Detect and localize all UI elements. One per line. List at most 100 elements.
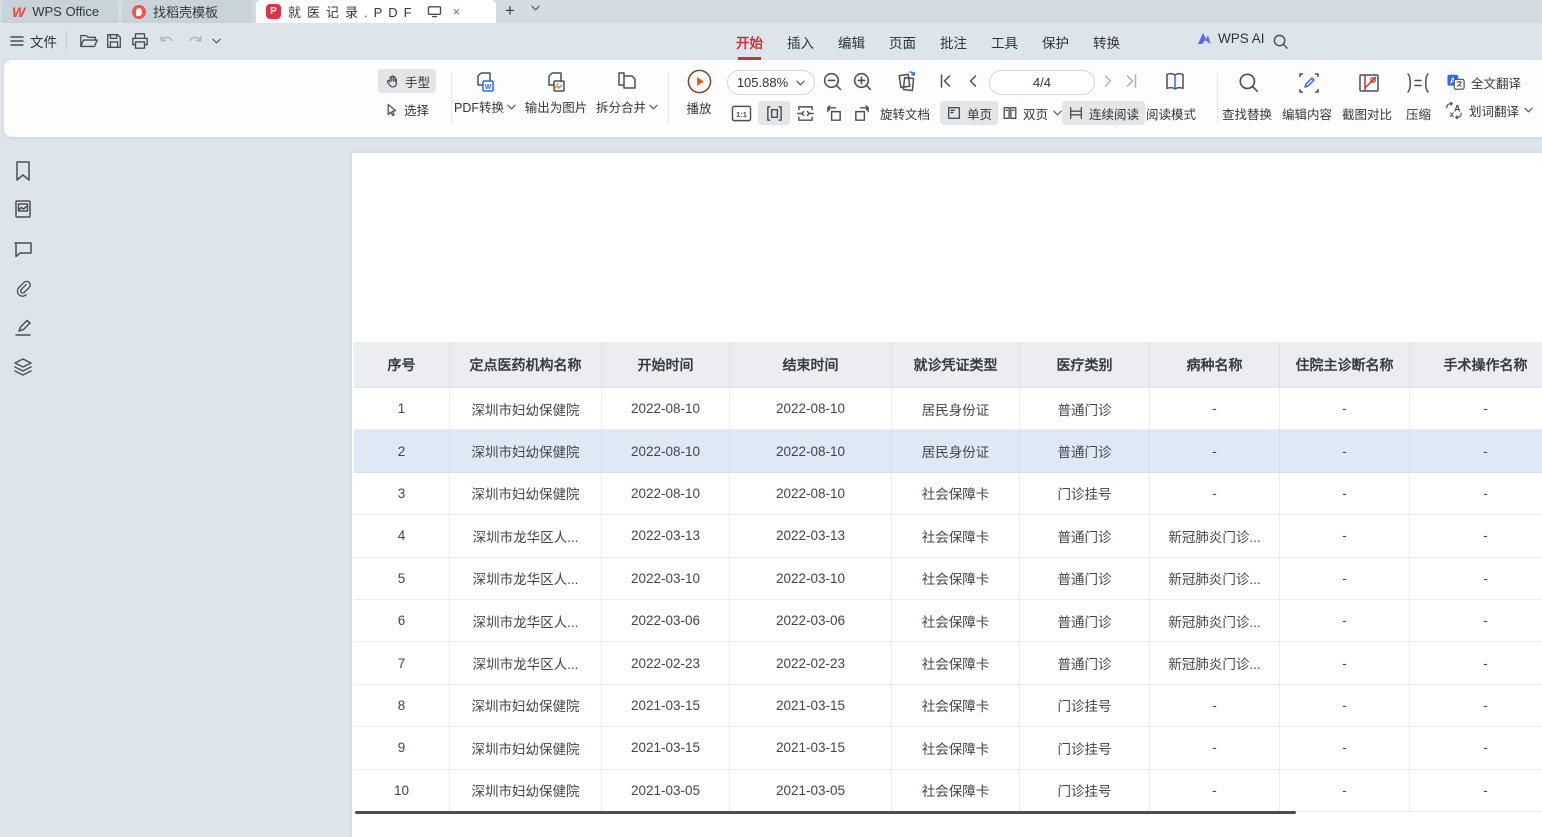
document-area: 序号定点医药机构名称开始时间结束时间就诊凭证类型医疗类别病种名称住院主诊断名称手… — [0, 137, 1542, 837]
signature-panel-icon[interactable] — [13, 318, 33, 338]
table-cell: 2022-08-10 — [602, 388, 730, 430]
tab-document-pdf[interactable]: P 就医记录.PDF × — [256, 0, 496, 23]
previous-page-icon[interactable] — [966, 73, 979, 89]
rotate-left-icon — [824, 104, 844, 123]
hand-tool-button[interactable]: 手型 — [378, 69, 436, 93]
zoom-level-select[interactable]: 105.88% — [727, 70, 815, 95]
attachment-panel-icon[interactable] — [13, 279, 33, 299]
table-cell: 2021-03-15 — [602, 727, 730, 769]
menu-tab[interactable]: 转换 — [1093, 29, 1120, 55]
edit-content-icon[interactable] — [1296, 70, 1322, 96]
play-button[interactable]: 播放 — [680, 68, 718, 117]
close-tab-icon[interactable]: × — [453, 4, 461, 19]
undo-redo-chevron-icon[interactable] — [212, 38, 221, 44]
fit-width-button[interactable] — [758, 101, 790, 125]
compress-icon[interactable] — [1404, 71, 1432, 95]
save-icon[interactable] — [105, 32, 123, 50]
page-organize-icon[interactable] — [892, 68, 920, 96]
menu-tab[interactable]: 编辑 — [838, 29, 865, 55]
thumbnail-panel-icon[interactable] — [13, 199, 33, 219]
zoom-in-icon[interactable] — [852, 71, 873, 92]
menu-tab[interactable]: 插入 — [787, 29, 814, 55]
table-cell: 深圳市妇幼保健院 — [450, 473, 602, 515]
split-merge-button[interactable]: 拆分合并 — [592, 70, 662, 116]
find-replace-button[interactable]: 查找替换 — [1222, 104, 1272, 123]
rotate-right-button[interactable] — [852, 104, 872, 123]
pdf-logo-icon: P — [266, 4, 281, 19]
svg-text:W: W — [485, 84, 492, 91]
screenshot-compare-button[interactable]: 截图对比 — [1342, 104, 1392, 123]
table-cell: 2021-03-15 — [730, 727, 892, 769]
single-page-button[interactable]: 单页 — [940, 101, 998, 125]
fit-page-button[interactable] — [796, 104, 815, 123]
pdf-page[interactable]: 序号定点医药机构名称开始时间结束时间就诊凭证类型医疗类别病种名称住院主诊断名称手… — [352, 153, 1542, 837]
export-image-label: 输出为图片 — [525, 97, 588, 116]
present-screen-icon[interactable] — [427, 5, 442, 18]
chevron-down-icon — [796, 80, 805, 86]
select-tool-button[interactable]: 选择 — [378, 97, 436, 121]
menu-tab[interactable]: 保护 — [1042, 29, 1069, 55]
compress-button[interactable]: 压缩 — [1406, 104, 1431, 123]
full-translation-button[interactable]: A 全文翻译 — [1446, 70, 1521, 94]
table-cell: - — [1150, 770, 1280, 812]
continuous-read-button[interactable]: 连续阅读 — [1062, 101, 1145, 125]
undo-icon[interactable] — [158, 32, 176, 48]
bookmark-panel-icon[interactable] — [13, 160, 33, 182]
actual-size-button[interactable]: 1:1 — [731, 104, 752, 123]
rotate-left-button[interactable] — [824, 104, 844, 123]
table-cell: - — [1410, 685, 1542, 727]
zoom-level-value: 105.88% — [737, 75, 788, 90]
next-page-icon[interactable] — [1102, 73, 1115, 89]
wps-ai-button[interactable]: WPS AI — [1196, 31, 1265, 46]
table-cell: 2022-03-06 — [602, 600, 730, 642]
layers-panel-icon[interactable] — [13, 357, 33, 377]
comment-panel-icon[interactable] — [13, 240, 33, 258]
medical-records-table: 序号定点医药机构名称开始时间结束时间就诊凭证类型医疗类别病种名称住院主诊断名称手… — [354, 342, 1542, 812]
table-cell: - — [1280, 770, 1410, 812]
table-cell: 社会保障卡 — [892, 473, 1020, 515]
tab-list-chevron-icon[interactable] — [531, 5, 540, 11]
zoom-out-icon[interactable] — [822, 71, 843, 92]
table-cell: 普通门诊 — [1020, 515, 1150, 557]
table-header-cell: 定点医药机构名称 — [450, 342, 602, 388]
table-cell: - — [1280, 515, 1410, 557]
read-mode-book-icon[interactable] — [1162, 69, 1188, 95]
table-scrollbar-line — [355, 811, 1296, 814]
full-translation-icon: A — [1446, 73, 1466, 91]
file-menu-button[interactable]: 文件 — [10, 31, 57, 51]
export-image-button[interactable]: 输出为图片 — [520, 70, 592, 116]
first-page-icon[interactable] — [938, 73, 953, 89]
menu-tab[interactable]: 开始 — [736, 29, 763, 55]
double-page-button[interactable]: 双页 — [996, 101, 1068, 125]
menu-tab[interactable]: 批注 — [940, 29, 967, 55]
menu-tab[interactable]: 页面 — [889, 29, 916, 55]
open-file-icon[interactable] — [79, 32, 99, 50]
pdf-convert-button[interactable]: W PDF转换 — [452, 70, 518, 116]
svg-text:A: A — [1454, 103, 1461, 113]
last-page-icon[interactable] — [1124, 73, 1139, 89]
table-cell: - — [1280, 388, 1410, 430]
tab-docer-templates[interactable]: 找稻壳模板 — [122, 0, 252, 23]
menu-tab[interactable]: 工具 — [991, 29, 1018, 55]
table-cell: 2021-03-05 — [730, 770, 892, 812]
tab-wps-office[interactable]: W WPS Office — [2, 0, 118, 23]
table-cell: 新冠肺炎门诊... — [1150, 558, 1280, 600]
edit-content-button[interactable]: 编辑内容 — [1282, 104, 1332, 123]
table-cell: 深圳市龙华区人... — [450, 558, 602, 600]
print-icon[interactable] — [131, 32, 149, 50]
table-cell: 门诊挂号 — [1020, 727, 1150, 769]
new-tab-button[interactable]: + — [505, 1, 515, 21]
table-cell: - — [1410, 473, 1542, 515]
screenshot-compare-label: 截图对比 — [1342, 104, 1392, 123]
find-replace-icon[interactable] — [1237, 71, 1261, 95]
screenshot-compare-icon[interactable] — [1356, 70, 1382, 96]
read-mode-button[interactable]: 阅读模式 — [1146, 104, 1196, 123]
menu-search-icon[interactable] — [1272, 33, 1289, 50]
page-number-input[interactable]: 4/4 — [989, 70, 1095, 95]
table-cell: - — [1150, 388, 1280, 430]
rotate-document-button[interactable]: 旋转文档 — [880, 104, 930, 123]
word-translation-button[interactable]: xA 划词翻译 — [1444, 98, 1533, 122]
table-cell: 普通门诊 — [1020, 430, 1150, 472]
table-cell: 2 — [354, 430, 450, 472]
redo-icon[interactable] — [186, 32, 204, 48]
